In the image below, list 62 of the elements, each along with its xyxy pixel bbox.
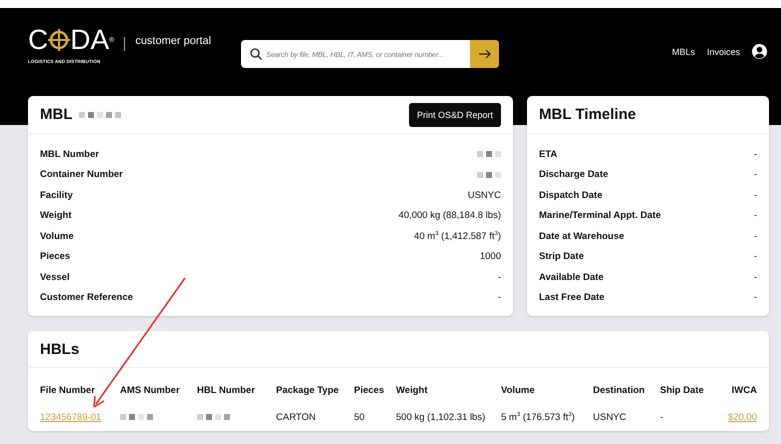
field-value: -	[754, 169, 757, 180]
column-header: Ship Date	[660, 385, 705, 396]
card-title: MBL Timeline	[539, 106, 636, 123]
column-header: Pieces	[354, 385, 386, 396]
field-label: Vessel	[40, 272, 70, 283]
field-value: -	[754, 230, 757, 242]
table-cell-text: 50	[354, 412, 366, 424]
field-value: 40 m$^{3}$ (1,412.587 ft$^{3}$)	[414, 230, 501, 242]
card-title: HBLs	[40, 340, 80, 358]
nav-link[interactable]: MBLs	[672, 46, 695, 56]
field-label: Pieces	[40, 251, 70, 262]
column-header: File Number	[40, 385, 96, 396]
nav-link[interactable]: Invoices	[706, 46, 740, 56]
field-label: Last Free Date	[539, 292, 604, 304]
table-cell-text: -	[660, 412, 664, 424]
column-header: Weight	[396, 385, 428, 396]
table-cell-text: 500 kg (1,102.31 lbs)	[396, 412, 486, 424]
field-value: 1000	[480, 251, 501, 262]
column-header: Destination	[593, 385, 646, 396]
column-header: IWCA	[730, 385, 757, 396]
table-cell-text: USNYC	[593, 412, 628, 424]
field-label: ETA	[539, 148, 558, 160]
field-label: Dispatch Date	[539, 190, 602, 201]
field-label: Weight	[40, 210, 72, 222]
column-header: HBL Number	[197, 385, 256, 396]
field-label: MBL Number	[40, 148, 99, 160]
field-label: Discharge Date	[539, 169, 608, 180]
field-label: Available Date	[539, 272, 604, 283]
field-label: Marine/Terminal Appt. Date	[539, 210, 661, 222]
field-value: -	[754, 190, 757, 201]
print-report-button[interactable]: Print OS&D Report	[408, 102, 501, 126]
field-value: USNYC	[468, 190, 501, 201]
field-value: -	[754, 148, 757, 160]
field-value: -	[754, 272, 757, 283]
field-label: Volume	[40, 230, 74, 242]
field-label: Strip Date	[539, 251, 584, 262]
column-header: AMS Number	[120, 385, 181, 396]
user-avatar-icon[interactable]	[752, 44, 767, 59]
column-header: Volume	[501, 385, 536, 396]
field-value: -	[754, 251, 757, 262]
search-icon	[250, 48, 262, 60]
field-label: Container Number	[40, 169, 123, 180]
redaction-blocks	[477, 151, 501, 158]
field-label: Facility	[40, 190, 73, 201]
field-value: -	[754, 210, 757, 222]
search-submit-button[interactable]	[470, 40, 500, 68]
redaction-blocks	[197, 414, 230, 420]
portal-label: customer portal	[135, 35, 212, 47]
redaction-blocks	[477, 172, 501, 178]
field-value: -	[754, 292, 757, 304]
field-label: Date at Warehouse	[539, 230, 624, 242]
field-value: 40,000 kg (88,184.8 lbs)	[398, 210, 501, 222]
crosshair-icon	[48, 29, 70, 51]
redaction-blocks	[120, 414, 153, 420]
field-label: Customer Reference	[40, 292, 133, 304]
field-value: -	[498, 272, 501, 283]
column-header: Package Type	[276, 385, 340, 396]
field-value: -	[498, 292, 501, 304]
table-cell-text: 5 m$^{3}$ (176.573 ft$^{3}$)	[501, 412, 576, 424]
table-cell-text: CARTON	[276, 412, 317, 424]
card-title: MBL	[40, 106, 72, 123]
arrow-right-icon	[478, 49, 491, 59]
